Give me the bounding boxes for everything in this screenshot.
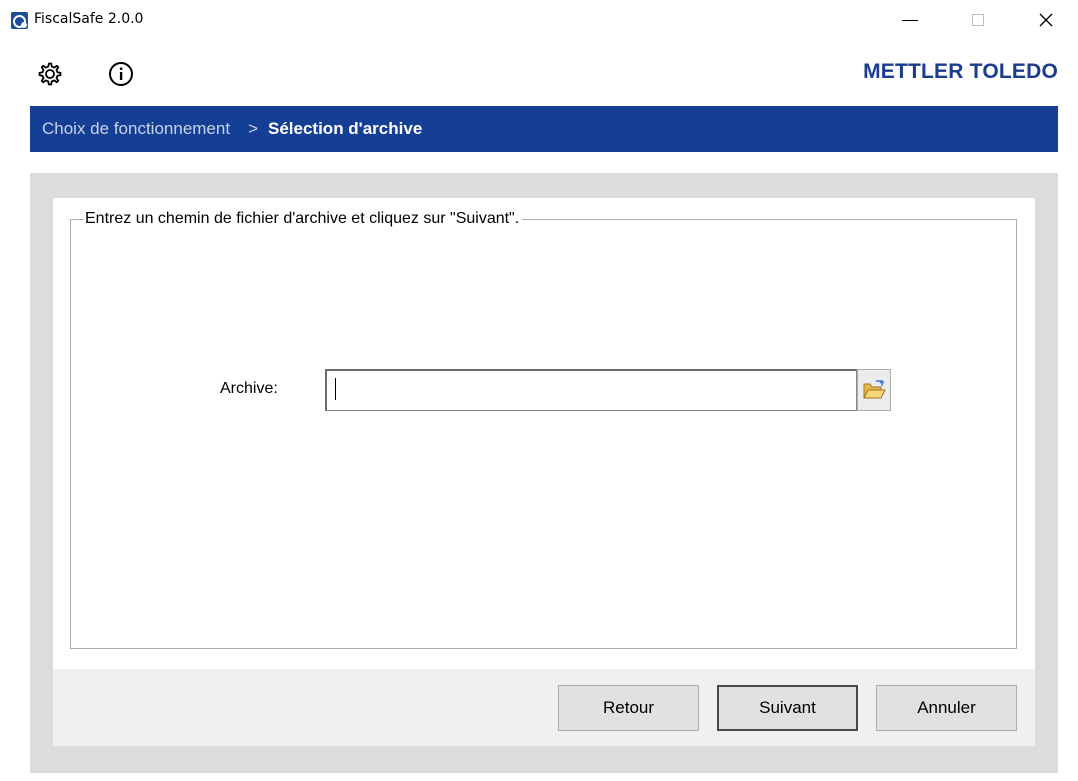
minimize-button[interactable] <box>887 0 933 40</box>
breadcrumb-step-operation-choice[interactable]: Choix de fonctionnement <box>42 119 230 139</box>
brand-logo: METTLER TOLEDO <box>863 60 1058 83</box>
archive-fieldset <box>70 219 1017 649</box>
archive-label: Archive: <box>220 380 278 397</box>
archive-path-input[interactable] <box>325 369 857 411</box>
breadcrumb-separator: > <box>248 119 258 138</box>
close-icon <box>1039 13 1053 27</box>
folder-open-icon <box>863 379 886 399</box>
app-icon <box>11 12 28 29</box>
breadcrumb-step-archive-selection: Sélection d'archive <box>268 119 423 138</box>
info-button[interactable] <box>106 56 136 92</box>
window-title: FiscalSafe 2.0.0 <box>34 11 144 27</box>
info-icon <box>109 62 133 86</box>
text-caret <box>335 378 336 400</box>
maximize-button[interactable] <box>955 0 1001 40</box>
browse-button[interactable] <box>857 369 891 411</box>
instruction-legend: Entrez un chemin de fichier d'archive et… <box>84 210 523 228</box>
window-titlebar: FiscalSafe 2.0.0 <box>0 0 1078 40</box>
breadcrumb: Choix de fonctionnement > Sélection d'ar… <box>30 106 1058 152</box>
close-button[interactable] <box>1023 0 1069 40</box>
next-button[interactable]: Suivant <box>717 685 858 731</box>
gear-icon <box>38 62 62 86</box>
toolbar: METTLER TOLEDO <box>30 56 1058 96</box>
cancel-button[interactable]: Annuler <box>876 685 1017 731</box>
back-button[interactable]: Retour <box>558 685 699 731</box>
settings-button[interactable] <box>34 56 64 92</box>
maximize-icon <box>972 14 984 26</box>
minimize-icon <box>902 19 918 21</box>
